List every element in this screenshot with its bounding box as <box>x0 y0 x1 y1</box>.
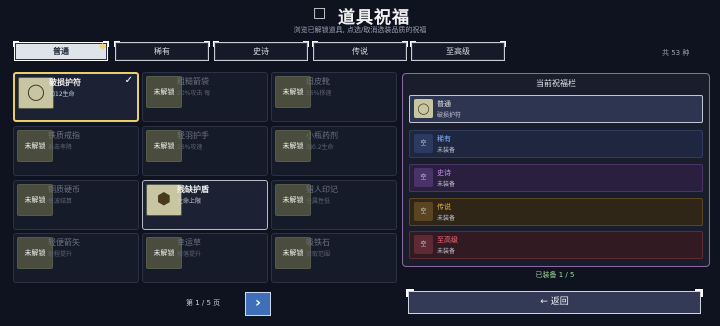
item-desc: 36%移速 <box>306 90 332 97</box>
tab-epic[interactable]: 史诗 <box>213 41 309 61</box>
item-card[interactable]: ◯ 破损护符 加12生命 ✓ <box>13 72 139 122</box>
item-desc: 掉落提升 <box>177 251 202 258</box>
item-name: 轻便箭矢 <box>48 238 80 247</box>
tab-supreme[interactable]: 至高级 <box>410 41 506 61</box>
item-card[interactable]: 未解锁 轻羽护手 26%攻速 <box>142 126 268 176</box>
slot-value: 未装备 <box>437 215 456 222</box>
item-desc: 暴击率降 <box>48 144 73 151</box>
chevron-right-icon: › <box>255 295 261 311</box>
slot-value: 破损护符 <box>437 112 462 119</box>
gift-icon: □ <box>313 5 327 21</box>
empty-slot-icon: 空 <box>414 235 433 254</box>
item-card[interactable]: 未解锁 幸运草 掉落提升 <box>142 233 268 283</box>
item-name: 旧皮靴 <box>306 77 330 86</box>
slot-tier: 史诗 <box>437 169 451 177</box>
slot-tier: 至高级 <box>437 236 458 244</box>
item-card[interactable]: 未解锁 铁质戒指 暴击率降 <box>13 126 139 176</box>
item-name: 猎人印记 <box>306 185 338 194</box>
item-name: 轻羽护手 <box>177 131 209 140</box>
item-card[interactable]: 未解锁 小瓶药剂 加0.2生命 <box>271 126 397 176</box>
item-name: 粗糙箭袋 <box>177 77 209 86</box>
item-card[interactable]: 未解锁 旧皮靴 36%移速 <box>271 72 397 122</box>
slot-tier: 传说 <box>437 203 451 211</box>
tab-label: 稀有 <box>154 47 170 56</box>
item-desc: 全属性低 <box>306 198 331 205</box>
tab-label: 传说 <box>352 47 368 56</box>
item-desc: 拾取范围 <box>306 251 331 258</box>
blessing-panel: 当前祝福栏 ◯ 普通 破损护符 空 稀有 未装备 空 史诗 未装备 空 传说 未… <box>402 73 710 267</box>
tab-label: 普通 <box>53 47 69 56</box>
page-indicator: 第 1 / 5 页 <box>186 299 221 307</box>
slot-value: 未装备 <box>437 181 456 188</box>
item-name: 小瓶药剂 <box>306 131 338 140</box>
tab-label: 至高级 <box>446 47 470 56</box>
blessing-slot-epic[interactable]: 空 史诗 未装备 <box>409 164 703 192</box>
item-name: 幸运草 <box>177 238 201 247</box>
slot-value: 未装备 <box>437 248 456 255</box>
item-name: 铜质硬币 <box>48 185 80 194</box>
item-desc: 26%攻速 <box>177 144 203 151</box>
item-count: 共 53 种 <box>662 49 690 57</box>
back-button[interactable]: ← 返回 <box>406 289 703 314</box>
active-dot-icon <box>98 42 107 51</box>
next-page-button[interactable]: › <box>245 292 271 316</box>
item-desc: 加0.2生命 <box>306 144 334 151</box>
item-card[interactable]: 未解锁 猎人印记 全属性低 <box>271 180 397 230</box>
tab-common[interactable]: 普通 <box>13 41 109 61</box>
item-card[interactable]: 未解锁 铜质硬币 每波结算 <box>13 180 139 230</box>
tab-legendary[interactable]: 传说 <box>312 41 408 61</box>
slot-tier: 稀有 <box>437 135 451 143</box>
item-desc: 每波结算 <box>48 198 73 205</box>
empty-slot-icon: 空 <box>414 168 433 187</box>
equipped-count: 已装备 1 / 5 <box>535 271 575 279</box>
item-desc: 射程提升 <box>48 251 73 258</box>
item-name: 破损护符 <box>49 78 81 87</box>
blessing-slot-legendary[interactable]: 空 传说 未装备 <box>409 198 703 226</box>
item-desc: 加12生命 <box>49 91 75 98</box>
empty-slot-icon: 空 <box>414 202 433 221</box>
item-desc: 20%攻击 每 <box>177 90 211 97</box>
tab-rare[interactable]: 稀有 <box>114 41 210 61</box>
check-icon: ✓ <box>124 75 133 86</box>
item-card[interactable]: 未解锁 轻便箭矢 射程提升 <box>13 233 139 283</box>
item-name: 铁质戒指 <box>48 131 80 140</box>
blessing-slot-rare[interactable]: 空 稀有 未装备 <box>409 130 703 158</box>
amulet-icon: ◯ <box>414 99 433 118</box>
item-card[interactable]: ⬢ 残缺护盾 生命上限 <box>142 180 268 230</box>
empty-slot-icon: 空 <box>414 134 433 153</box>
slot-tier: 普通 <box>437 100 451 108</box>
back-button-label: ← 返回 <box>540 297 569 307</box>
item-card[interactable]: 未解锁 粗糙箭袋 20%攻击 每 <box>142 72 268 122</box>
blessing-slot-supreme[interactable]: 空 至高级 未装备 <box>409 231 703 259</box>
header: □ 道具祝福 浏览已解锁道具, 点选/取消选装品质的祝福 <box>0 0 720 40</box>
item-desc: 生命上限 <box>177 198 202 205</box>
item-name: 吸铁石 <box>306 238 330 247</box>
item-card[interactable]: 未解锁 吸铁石 拾取范围 <box>271 233 397 283</box>
tab-label: 史诗 <box>253 47 269 56</box>
panel-title: 当前祝福栏 <box>536 79 576 88</box>
item-name: 残缺护盾 <box>177 185 209 194</box>
slot-value: 未装备 <box>437 147 456 154</box>
page-subtitle: 浏览已解锁道具, 点选/取消选装品质的祝福 <box>293 26 427 34</box>
blessing-slot-common[interactable]: ◯ 普通 破损护符 <box>409 95 703 123</box>
